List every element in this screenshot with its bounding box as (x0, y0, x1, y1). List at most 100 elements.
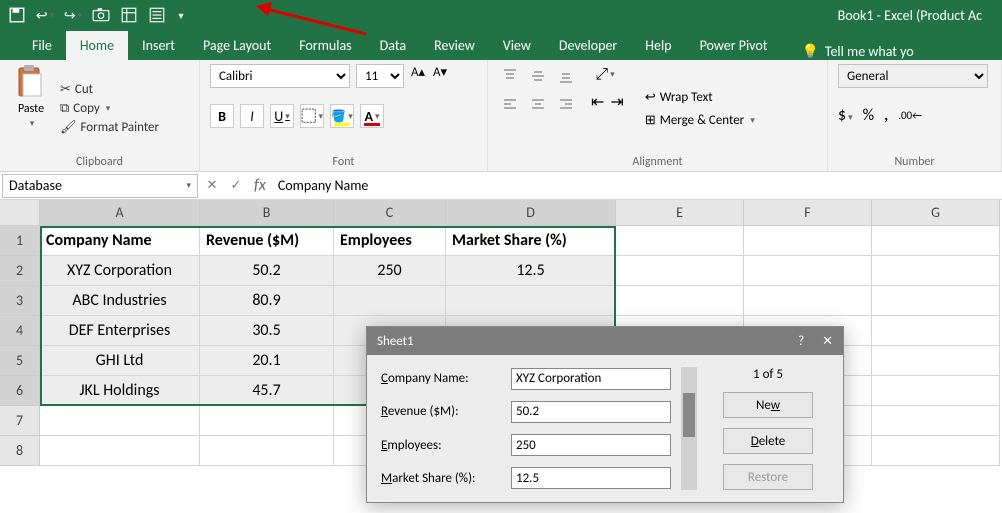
enter-formula-button[interactable]: ✓ (224, 174, 248, 198)
tab-page-layout[interactable]: Page Layout (189, 31, 285, 60)
format-painter-button[interactable]: 🖌Format Painter (60, 120, 159, 135)
fill-color-button[interactable]: 🪣▾ (330, 104, 354, 128)
cell[interactable] (872, 376, 1000, 406)
cell[interactable]: 50.2 (200, 256, 334, 286)
align-center-button[interactable] (526, 92, 550, 116)
undo-icon[interactable]: ↩▾ (36, 6, 54, 24)
tab-home[interactable]: Home (66, 31, 128, 60)
row-header[interactable]: 6 (0, 376, 40, 406)
form-input-market[interactable] (511, 467, 671, 489)
underline-button[interactable]: U▾ (270, 104, 294, 128)
paste-dropdown[interactable]: ▾ (30, 118, 35, 129)
cancel-formula-button[interactable]: ✕ (200, 174, 224, 198)
col-header[interactable]: B (200, 200, 334, 226)
name-box-dropdown[interactable]: ▾ (186, 180, 191, 191)
cell[interactable] (616, 226, 744, 256)
percent-format-button[interactable]: % (863, 106, 874, 125)
cell[interactable]: XYZ Corporation (40, 256, 200, 286)
cell[interactable] (200, 406, 334, 436)
cell[interactable]: 30.5 (200, 316, 334, 346)
align-right-button[interactable] (554, 92, 578, 116)
cell[interactable]: Revenue ($M) (200, 226, 334, 256)
tab-review[interactable]: Review (420, 31, 489, 60)
tab-power-pivot[interactable]: Power Pivot (686, 31, 782, 60)
cell[interactable] (872, 316, 1000, 346)
cell[interactable] (334, 286, 446, 316)
col-header[interactable]: G (872, 200, 1000, 226)
row-header[interactable]: 1 (0, 226, 40, 256)
row-header[interactable]: 7 (0, 406, 40, 436)
comma-format-button[interactable]: , (884, 106, 888, 125)
name-box[interactable]: ▾ (2, 174, 198, 198)
select-all-corner[interactable] (0, 200, 40, 226)
number-format-select[interactable]: General (838, 64, 988, 88)
borders-button[interactable]: ▾ (300, 104, 324, 128)
tab-help[interactable]: Help (631, 31, 685, 60)
cell[interactable] (40, 406, 200, 436)
close-icon[interactable]: ✕ (822, 334, 833, 349)
cell[interactable] (744, 256, 872, 286)
row-header[interactable]: 3 (0, 286, 40, 316)
cell[interactable]: Employees (334, 226, 446, 256)
cell[interactable]: Market Share (%) (446, 226, 616, 256)
paste-button[interactable]: Paste ▾ (10, 64, 52, 153)
cell[interactable] (744, 286, 872, 316)
italic-button[interactable]: I (240, 104, 264, 128)
col-header[interactable]: D (446, 200, 616, 226)
row-header[interactable]: 5 (0, 346, 40, 376)
tab-formulas[interactable]: Formulas (285, 31, 365, 60)
cell[interactable] (872, 436, 1000, 466)
help-button[interactable]: ? (798, 334, 804, 349)
form-new-button[interactable]: New (723, 392, 813, 418)
formula-bar[interactable] (272, 177, 1002, 194)
col-header[interactable]: F (744, 200, 872, 226)
tab-view[interactable]: View (489, 31, 545, 60)
font-color-button[interactable]: A▾ (360, 104, 384, 128)
cell[interactable] (872, 256, 1000, 286)
tell-me-search[interactable]: 💡 Tell me what yo (801, 43, 913, 60)
cell[interactable] (40, 436, 200, 466)
form-delete-button[interactable]: Delete (723, 428, 813, 454)
row-header[interactable]: 2 (0, 256, 40, 286)
cut-button[interactable]: ✂Cut (60, 82, 159, 97)
wrap-text-button[interactable]: ↩Wrap Text (645, 90, 755, 105)
col-header[interactable]: C (334, 200, 446, 226)
form-scrollbar[interactable] (681, 367, 697, 490)
font-size-select[interactable]: 11 (356, 64, 404, 88)
orientation-button[interactable]: ⤢▾ (590, 64, 620, 85)
redo-icon[interactable]: ↪▾ (64, 6, 82, 24)
save-icon[interactable] (8, 6, 26, 24)
increase-decimal-button[interactable]: .00← (898, 109, 922, 122)
cell[interactable]: DEF Enterprises (40, 316, 200, 346)
align-bottom-button[interactable] (554, 64, 578, 88)
row-header[interactable]: 8 (0, 436, 40, 466)
cell[interactable]: 80.9 (200, 286, 334, 316)
font-name-select[interactable]: Calibri (210, 64, 350, 88)
cell[interactable]: GHI Ltd (40, 346, 200, 376)
copy-button[interactable]: ⧉Copy▾ (60, 101, 159, 116)
cell[interactable] (872, 406, 1000, 436)
align-top-button[interactable] (498, 64, 522, 88)
fx-icon[interactable]: fx (254, 176, 266, 195)
form-restore-button[interactable]: Restore (723, 464, 813, 490)
accounting-format-button[interactable]: $▾ (838, 106, 853, 125)
cell[interactable] (872, 226, 1000, 256)
increase-indent-button[interactable]: ⇥ (609, 91, 624, 113)
merge-center-button[interactable]: ⊞Merge & Center▾ (645, 113, 755, 128)
align-left-button[interactable] (498, 92, 522, 116)
qat-customize-dropdown[interactable]: ▾ (176, 6, 186, 24)
form-input-company[interactable] (511, 368, 671, 390)
increase-font-button[interactable]: A▴ (410, 64, 430, 88)
col-header[interactable]: A (40, 200, 200, 226)
row-header[interactable]: 4 (0, 316, 40, 346)
name-box-input[interactable] (9, 177, 159, 194)
align-middle-button[interactable] (526, 64, 550, 88)
cell[interactable] (616, 256, 744, 286)
cell[interactable] (616, 286, 744, 316)
bold-button[interactable]: B (210, 104, 234, 128)
cell[interactable]: Company Name (40, 226, 200, 256)
cell[interactable] (200, 436, 334, 466)
tab-developer[interactable]: Developer (545, 31, 631, 60)
cell[interactable]: 45.7 (200, 376, 334, 406)
pivot-icon[interactable] (120, 6, 138, 24)
